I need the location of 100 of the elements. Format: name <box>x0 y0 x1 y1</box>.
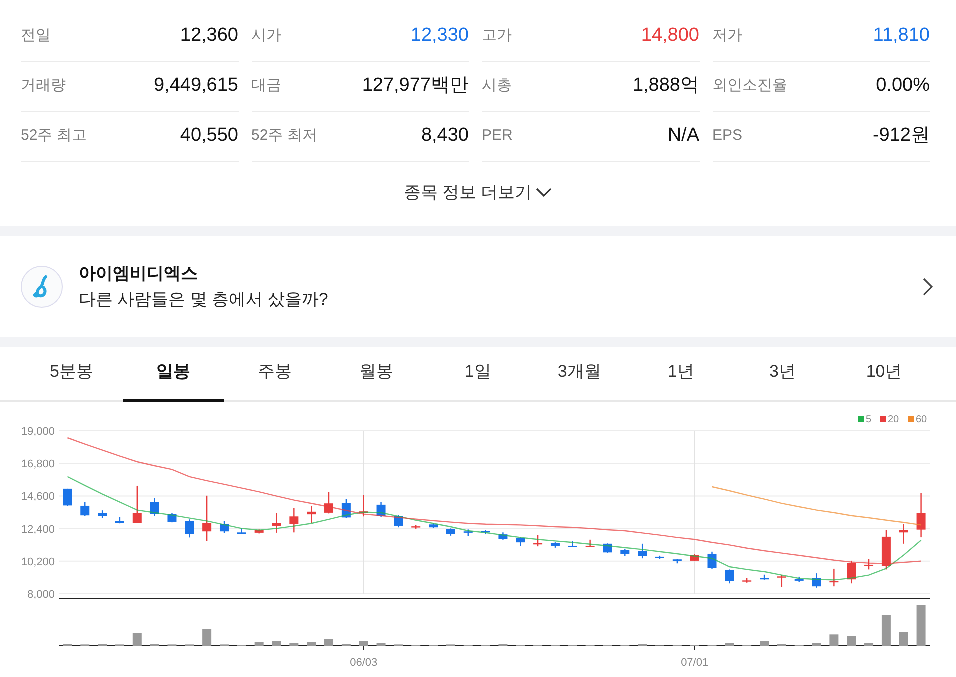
candlestick <box>916 492 926 538</box>
candlestick <box>464 529 473 536</box>
stat-label: 저가 <box>712 26 742 46</box>
stat-label: EPS <box>712 126 743 146</box>
legend-label: 60 <box>916 414 928 425</box>
stat-value: -912원 <box>872 124 930 148</box>
period-tab[interactable]: 1일 <box>427 347 529 402</box>
y-axis-label: 14,600 <box>21 490 55 503</box>
legend-label: 5 <box>866 414 872 425</box>
stat-value: 40,550 <box>180 124 238 148</box>
stat-label: 52주 최고 <box>21 126 87 146</box>
period-tab[interactable]: 1년 <box>630 347 732 402</box>
candlestick <box>672 558 682 564</box>
stat-label: 시총 <box>482 76 512 96</box>
candlestick <box>638 543 648 558</box>
stat-value: 14,800 <box>641 24 700 48</box>
candlestick <box>324 492 334 514</box>
chevron-down-icon <box>536 188 552 198</box>
candlestick <box>342 498 351 518</box>
y-axis-label: 16,800 <box>21 458 55 470</box>
stat-label: 52주 최저 <box>252 126 318 146</box>
stat-label: 대금 <box>252 76 282 96</box>
candlestick <box>150 498 160 516</box>
stat-value: 127,977백만 <box>362 74 469 98</box>
period-tab[interactable]: 10년 <box>834 347 936 402</box>
y-axis-label: 19,000 <box>21 426 55 438</box>
candlestick <box>830 568 839 586</box>
stat-label: 외인소진율 <box>712 76 788 96</box>
candlestick <box>80 502 90 516</box>
candlestick <box>690 554 700 560</box>
chevron-right-icon <box>922 276 934 296</box>
candlestick <box>429 523 438 528</box>
x-axis-label: 07/01 <box>681 656 709 668</box>
candlestick <box>63 488 72 506</box>
candlestick <box>359 494 368 516</box>
candlestick <box>115 516 124 524</box>
stat-label: 거래량 <box>21 76 66 96</box>
candlestick <box>254 529 264 534</box>
candlestick <box>498 532 508 540</box>
candlestick <box>620 548 630 556</box>
period-tab[interactable]: 5분봉 <box>21 347 123 402</box>
stat-label: 시가 <box>252 26 282 46</box>
candlestick <box>168 512 177 522</box>
candlestick <box>742 578 752 582</box>
legend-label: 20 <box>888 414 900 425</box>
candlestick <box>550 542 560 548</box>
company-logo-icon <box>21 266 63 308</box>
candlestick <box>882 529 891 570</box>
stat-value: 12,330 <box>410 24 469 48</box>
candlestick <box>725 569 734 584</box>
stat-value: 12,360 <box>180 24 238 48</box>
candlestick <box>534 534 543 546</box>
period-tab[interactable]: 3개월 <box>528 347 630 402</box>
period-tab[interactable]: 주봉 <box>224 347 326 402</box>
candlestick <box>376 502 386 516</box>
candlestick <box>899 524 908 544</box>
candlestick <box>132 485 142 523</box>
candlestick <box>516 537 526 546</box>
candlestick <box>656 555 664 559</box>
candlestick <box>237 528 246 534</box>
candlestick <box>202 495 212 541</box>
candlestick <box>708 551 717 568</box>
candlestick <box>220 520 229 533</box>
promo-title: 아이엠비디엑스 <box>79 263 199 285</box>
promo-banner[interactable]: 아이엠비디엑스 다른 사람들은 몇 층에서 샀을까? <box>0 236 956 337</box>
stat-value: 11,810 <box>873 24 930 48</box>
candlestick <box>586 539 595 547</box>
candlestick <box>272 512 282 532</box>
candlestick <box>394 514 404 528</box>
candlestick <box>794 576 804 582</box>
candlestick <box>412 524 421 528</box>
candlestick <box>847 560 856 584</box>
y-axis-label: 12,400 <box>21 523 55 536</box>
candlestick <box>568 540 578 547</box>
period-tab[interactable]: 일봉 <box>122 347 224 402</box>
candlestick <box>446 528 456 536</box>
candlestick <box>777 574 786 587</box>
candlestick <box>290 508 299 532</box>
period-tab[interactable]: 월봉 <box>326 347 428 402</box>
stat-value: 9,449,615 <box>154 74 238 98</box>
y-axis-label: 10,200 <box>21 556 55 568</box>
stat-label: 고가 <box>482 26 512 46</box>
candlestick <box>98 510 108 518</box>
x-axis-label: 06/03 <box>350 656 378 668</box>
y-axis-label: 8,000 <box>27 588 55 600</box>
candlestick <box>760 574 769 580</box>
stat-value: 1,888억 <box>632 74 700 98</box>
candlestick <box>481 529 490 534</box>
candlestick <box>307 505 316 523</box>
period-tab[interactable]: 3년 <box>732 347 834 402</box>
candlestick <box>812 573 822 588</box>
more-info-link[interactable]: 종목 정보 더보기 <box>404 180 552 206</box>
stat-value: 0.00% <box>876 74 930 98</box>
candlestick <box>864 558 874 570</box>
stat-value: 8,430 <box>421 124 469 148</box>
stat-label: PER <box>482 126 513 146</box>
stat-value: N/A <box>668 124 700 148</box>
stat-label: 전일 <box>21 26 51 46</box>
candlestick <box>185 519 194 538</box>
promo-subtitle: 다른 사람들은 몇 층에서 샀을까? <box>79 288 330 310</box>
